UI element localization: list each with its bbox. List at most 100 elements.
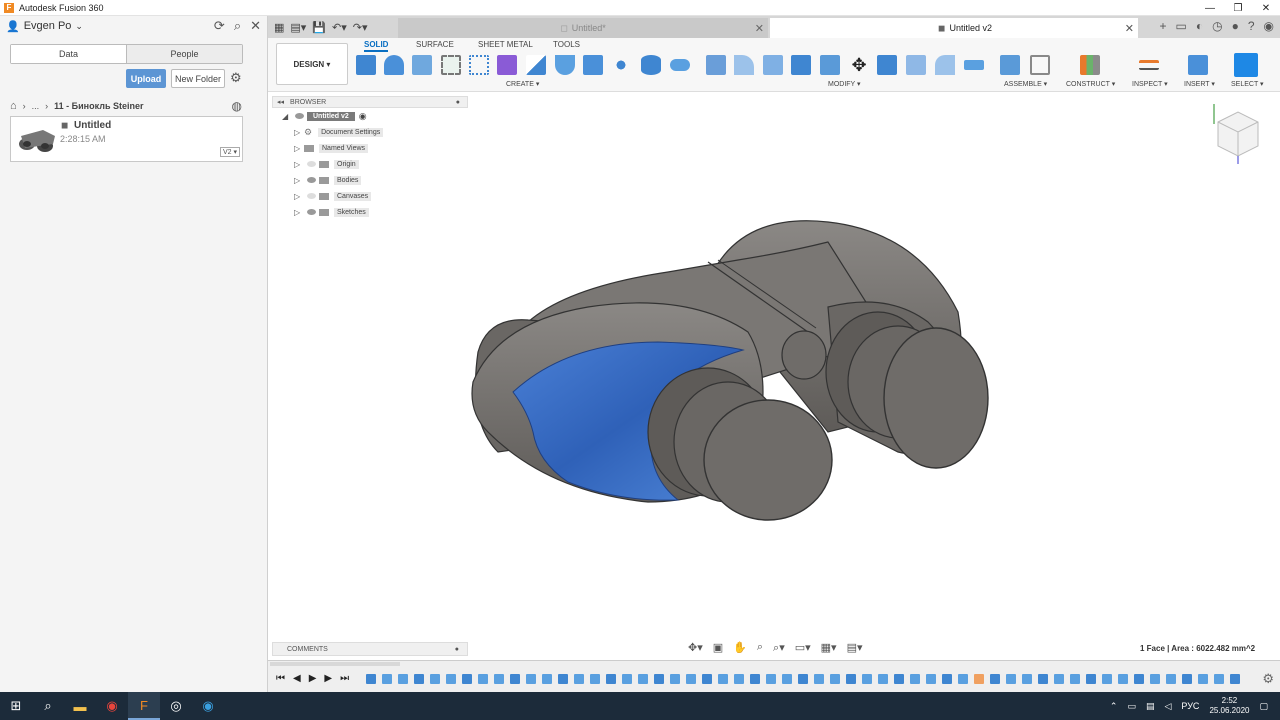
timeline-feature[interactable] (654, 674, 664, 684)
telegram-icon[interactable]: ◉ (192, 692, 224, 720)
language-indicator[interactable]: РУС (1181, 701, 1199, 711)
timeline-feature[interactable] (734, 674, 744, 684)
tab-tools[interactable]: TOOLS (553, 40, 580, 49)
viewports-icon[interactable]: ▤▾ (847, 641, 863, 657)
timeline-feature[interactable] (1182, 674, 1192, 684)
split-body-icon[interactable] (935, 55, 955, 75)
version-dropdown[interactable]: V2 ▾ (219, 147, 240, 157)
timeline-feature[interactable] (398, 674, 408, 684)
restore-icon[interactable]: ❐ (1224, 0, 1252, 16)
clock[interactable]: 2:52 25.06.2020 (1209, 696, 1249, 716)
visibility-eye-icon[interactable] (307, 209, 316, 215)
split-face-icon[interactable] (906, 55, 926, 75)
tab-people[interactable]: People (126, 45, 242, 63)
timeline-feature[interactable] (750, 674, 760, 684)
timeline-feature[interactable] (1118, 674, 1128, 684)
view-cube[interactable] (1210, 104, 1266, 166)
new-folder-button[interactable]: New Folder (171, 69, 225, 88)
collapse-panel-icon[interactable]: ◂◂ (277, 98, 284, 106)
play-icon[interactable]: ▶ (309, 673, 317, 684)
inspect-menu[interactable]: INSPECT ▾ (1132, 80, 1168, 88)
timeline-feature[interactable] (414, 674, 424, 684)
windows-start-icon[interactable]: ⊞ (0, 692, 32, 720)
expand-arrow-icon[interactable]: ▷ (294, 208, 304, 217)
undo-icon[interactable]: ↶▾ (332, 21, 347, 34)
assemble-menu[interactable]: ASSEMBLE ▾ (1004, 80, 1047, 88)
gear-icon[interactable]: ⚙ (230, 70, 242, 86)
expand-arrow-icon[interactable]: ▷ (294, 176, 304, 185)
profile-icon[interactable]: ◉ (1264, 19, 1274, 33)
timeline-feature[interactable] (798, 674, 808, 684)
fusion-taskbar-icon[interactable]: F (128, 692, 160, 720)
timeline-feature[interactable] (1230, 674, 1240, 684)
joint-icon[interactable] (1030, 55, 1050, 75)
fillet-icon[interactable] (734, 55, 754, 75)
tab-solid[interactable]: SOLID (364, 40, 389, 52)
extensions-icon[interactable]: ◐ (1196, 19, 1203, 33)
step-back-icon[interactable]: ◀ (293, 673, 301, 684)
home-icon[interactable]: ⌂ (10, 100, 17, 112)
grid-menu-icon[interactable]: ▦ (274, 21, 284, 34)
battery-icon[interactable]: ▭ (1127, 701, 1136, 712)
timeline-feature[interactable] (1038, 674, 1048, 684)
timeline-feature[interactable] (1086, 674, 1096, 684)
measure-icon[interactable] (1139, 60, 1159, 70)
expand-arrow-icon[interactable]: ▷ (294, 128, 304, 137)
pan-icon[interactable]: ✋ (733, 641, 747, 657)
timeline-feature[interactable] (878, 674, 888, 684)
chrome-icon[interactable]: ◉ (96, 692, 128, 720)
expand-arrow-icon[interactable]: ▷ (294, 192, 304, 201)
redo-icon[interactable]: ↷▾ (353, 21, 368, 34)
timeline-feature[interactable] (926, 674, 936, 684)
expand-arrow-icon[interactable]: ▷ (294, 160, 304, 169)
timeline-feature[interactable] (1166, 674, 1176, 684)
timeline-feature[interactable] (1006, 674, 1016, 684)
align-icon[interactable] (877, 55, 897, 75)
form-icon[interactable] (497, 55, 517, 75)
timeline-feature[interactable] (590, 674, 600, 684)
close-tab-icon[interactable]: ✕ (755, 22, 764, 35)
timeline-feature[interactable] (1150, 674, 1160, 684)
breadcrumb-ellipsis[interactable]: ... (32, 101, 40, 111)
move-icon[interactable]: ✥ (849, 55, 869, 75)
cylinder-icon[interactable] (641, 55, 661, 75)
chevron-down-icon[interactable]: ⌄ (75, 21, 83, 32)
panel-options-icon[interactable]: ● (455, 646, 459, 653)
timeline-feature[interactable] (1054, 674, 1064, 684)
app-icon[interactable]: ◎ (160, 692, 192, 720)
revolve-icon[interactable] (412, 55, 432, 75)
go-to-end-icon[interactable]: ⏭ (340, 673, 349, 684)
tab-sheet-metal[interactable]: SHEET METAL (478, 40, 533, 49)
timeline-feature[interactable] (990, 674, 1000, 684)
chevron-up-icon[interactable]: ⌃ (1110, 701, 1118, 712)
help-icon[interactable]: ? (1248, 19, 1255, 33)
refresh-icon[interactable]: ⟳ (214, 18, 225, 34)
doc-tab-untitled[interactable]: ◻ Untitled* ✕ (398, 18, 768, 38)
add-tab-icon[interactable]: + (1159, 19, 1166, 33)
close-tab-icon[interactable]: ✕ (1125, 22, 1134, 35)
zoom-window-icon[interactable]: ⌕▾ (773, 641, 785, 657)
timeline-features[interactable] (366, 673, 1256, 685)
browser-item-bodies[interactable]: ▷ Bodies (272, 172, 468, 188)
new-component-icon[interactable] (1000, 55, 1020, 75)
timeline-feature[interactable] (478, 674, 488, 684)
expand-arrow-icon[interactable]: ▷ (294, 144, 304, 153)
timeline-feature[interactable] (638, 674, 648, 684)
close-icon[interactable]: ✕ (250, 18, 261, 34)
network-icon[interactable]: ▤ (1146, 701, 1155, 712)
user-menu[interactable]: Evgen Po (24, 20, 72, 32)
close-icon[interactable]: ✕ (1252, 0, 1280, 16)
workspace-switcher[interactable]: DESIGN ▾ (276, 43, 348, 85)
visibility-eye-icon[interactable] (307, 193, 316, 199)
gear-icon[interactable]: ⚙ (1262, 671, 1274, 687)
save-icon[interactable]: 💾 (312, 21, 326, 34)
timeline-feature[interactable] (526, 674, 536, 684)
timeline-feature[interactable] (942, 674, 952, 684)
zoom-icon[interactable]: ⌕ (757, 641, 763, 657)
timeline-feature[interactable] (446, 674, 456, 684)
sync-icon[interactable]: ◍ (232, 99, 242, 113)
look-at-icon[interactable]: ▣ (713, 641, 723, 657)
timeline-feature[interactable] (958, 674, 968, 684)
upload-button[interactable]: Upload (126, 69, 166, 88)
physical-material-icon[interactable] (964, 60, 984, 70)
